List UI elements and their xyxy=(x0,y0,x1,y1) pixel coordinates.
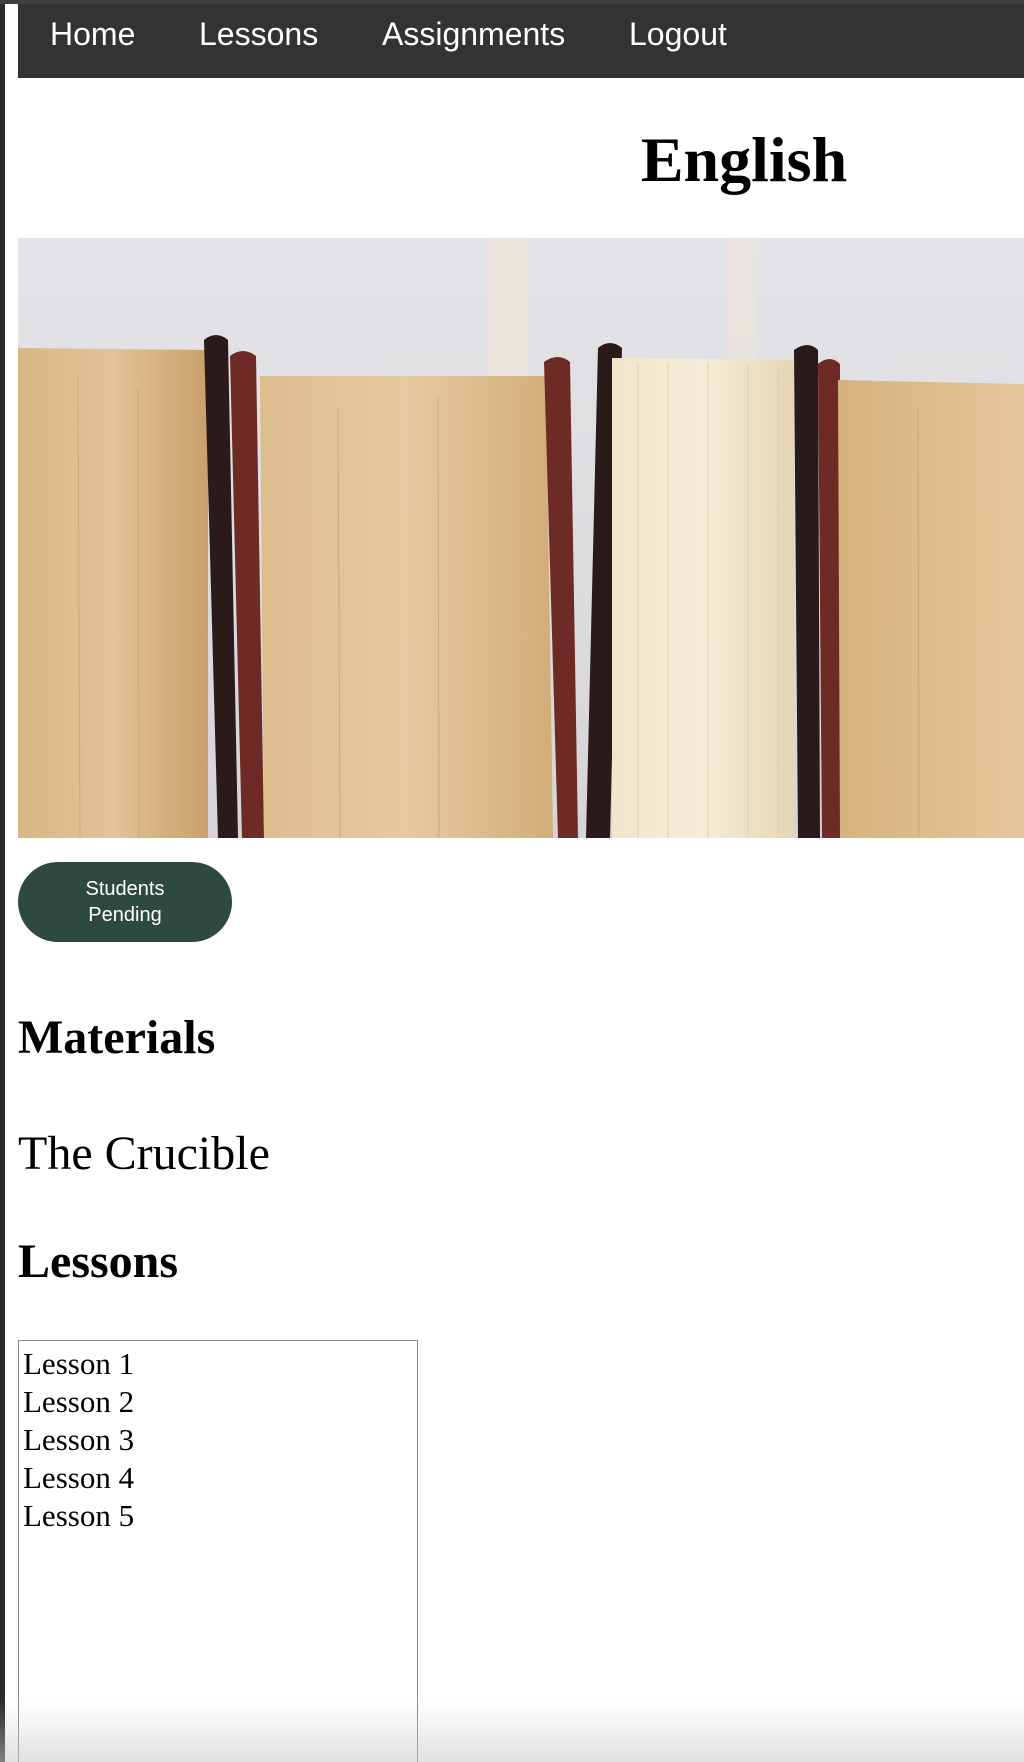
lesson-option[interactable]: Lesson 1 xyxy=(23,1345,413,1383)
lesson-option[interactable]: Lesson 3 xyxy=(23,1421,413,1459)
nav-lessons-link[interactable]: Lessons xyxy=(199,14,318,54)
nav-logout-link[interactable]: Logout xyxy=(629,14,727,54)
lesson-option[interactable]: Lesson 2 xyxy=(23,1383,413,1421)
lesson-option[interactable]: Lesson 5 xyxy=(23,1497,413,1535)
page-title: English xyxy=(640,124,848,195)
students-pending-button[interactable]: Students Pending xyxy=(18,862,232,942)
books-photo-icon xyxy=(18,238,1024,838)
hero-books-image xyxy=(18,238,1024,838)
lessons-listbox[interactable]: Lesson 1 Lesson 2 Lesson 3 Lesson 4 Less… xyxy=(18,1340,418,1762)
top-navbar: Home Lessons Assignments Logout xyxy=(18,4,1024,78)
window-border-left xyxy=(0,0,5,1762)
lesson-option[interactable]: Lesson 4 xyxy=(23,1459,413,1497)
nav-home-link[interactable]: Home xyxy=(50,14,135,54)
materials-heading: Materials xyxy=(18,1011,216,1064)
page-content: Home Lessons Assignments Logout English xyxy=(18,4,1024,1762)
lessons-heading: Lessons xyxy=(18,1235,179,1288)
material-item: The Crucible xyxy=(18,1127,270,1180)
nav-assignments-link[interactable]: Assignments xyxy=(382,14,565,54)
